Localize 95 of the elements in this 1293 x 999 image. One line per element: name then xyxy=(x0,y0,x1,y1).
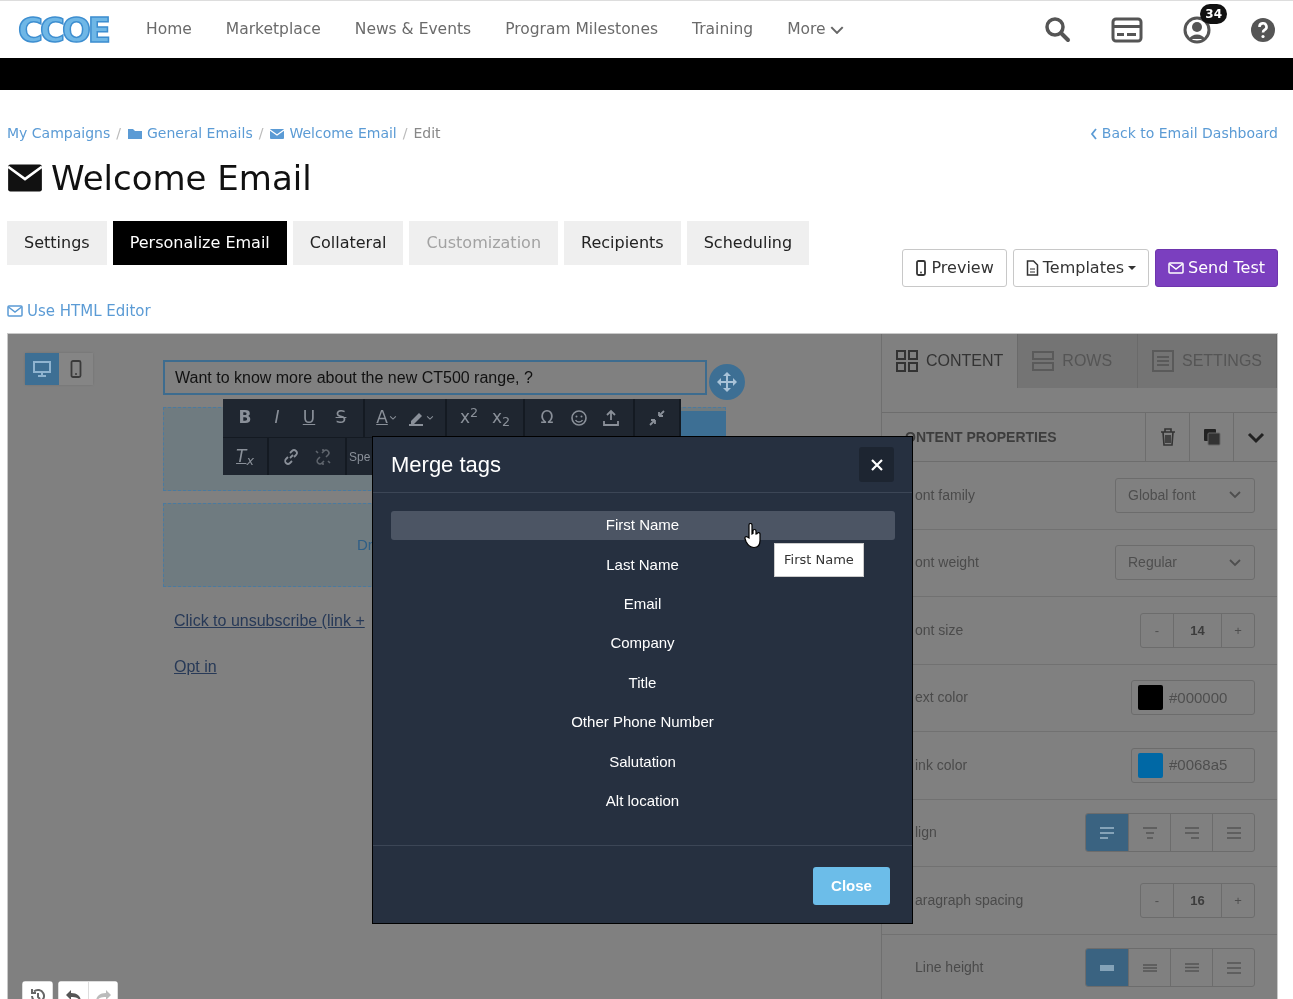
envelope-icon xyxy=(7,303,23,320)
nav-link[interactable]: Home xyxy=(146,17,192,42)
link-icon xyxy=(282,447,300,466)
breadcrumb-link[interactable]: Welcome Email xyxy=(269,123,397,144)
mobile-icon xyxy=(70,360,82,379)
email-link[interactable]: Click to unsubscribe (link + xyxy=(174,609,365,634)
text-block[interactable]: Want to know more about the new CT500 range, ? xyxy=(163,360,707,396)
folder-icon xyxy=(126,127,143,140)
chevron-left-icon xyxy=(1089,127,1098,140)
tooltip: First Name xyxy=(774,543,864,577)
tab[interactable]: Collateral xyxy=(292,220,404,265)
send-button[interactable]: Send Test xyxy=(1155,248,1278,287)
tab[interactable]: Personalize Email xyxy=(112,220,287,265)
line-height-icon xyxy=(1184,963,1199,973)
caret-icon xyxy=(1128,264,1137,271)
html-editor-link[interactable]: Use HTML Editor xyxy=(7,299,151,323)
history-icon xyxy=(28,987,47,999)
align-center-icon xyxy=(1142,826,1157,839)
desktop-view-button[interactable] xyxy=(25,353,59,386)
envelope-icon xyxy=(7,163,43,194)
nav-link[interactable]: Training xyxy=(692,17,754,42)
color-swatch[interactable] xyxy=(1138,685,1163,711)
italic-button[interactable]: I xyxy=(261,403,293,434)
breadcrumb-link[interactable]: General Emails xyxy=(126,123,253,144)
smiley-icon xyxy=(570,409,588,428)
align-right-icon xyxy=(1184,826,1199,839)
rows-icon xyxy=(1032,350,1055,373)
notification-badge: 34 xyxy=(1200,3,1227,24)
document-icon xyxy=(1152,350,1174,373)
tab[interactable]: Recipients xyxy=(564,220,681,265)
breadcrumb-separator: / xyxy=(258,124,264,143)
nav-link[interactable]: Program Milestones xyxy=(505,17,659,42)
drop-hint: Dr xyxy=(357,534,373,555)
templates-button[interactable]: Templates xyxy=(1012,248,1150,287)
merge-tag-item[interactable]: Company xyxy=(390,629,895,659)
email-link[interactable]: Opt in xyxy=(174,655,217,680)
merge-tag-item[interactable]: Salutation xyxy=(390,747,895,777)
breadcrumb-separator: / xyxy=(116,124,121,143)
align-left-icon xyxy=(1100,826,1114,839)
strike-button[interactable]: S xyxy=(325,403,357,434)
bold-button[interactable]: B xyxy=(229,403,261,434)
tab[interactable]: Scheduling xyxy=(686,220,810,265)
back-link[interactable]: Back to Email Dashboard xyxy=(1089,123,1278,144)
mobile-icon xyxy=(915,259,928,276)
breadcrumb-separator: / xyxy=(402,124,408,143)
breadcrumb-link[interactable]: My Campaigns xyxy=(7,123,111,144)
copy-handle[interactable] xyxy=(680,411,726,438)
mobile-view-button[interactable] xyxy=(59,353,93,386)
line-height-button[interactable] xyxy=(1086,949,1128,987)
grid-icon xyxy=(896,350,918,373)
page-title: Welcome Email xyxy=(51,158,312,199)
close-icon xyxy=(868,456,885,473)
merge-tag-item[interactable]: Other Phone Number xyxy=(390,708,895,737)
desktop-icon xyxy=(33,361,51,378)
merge-tag-item[interactable]: Email xyxy=(390,589,895,619)
sub-button[interactable]: x$_{2}$ xyxy=(485,403,517,434)
search-icon[interactable] xyxy=(1044,16,1071,43)
collapse-icon xyxy=(648,409,666,428)
line-height-icon xyxy=(1100,964,1114,971)
envelope-icon xyxy=(269,127,286,140)
preview-button[interactable]: Preview xyxy=(902,248,1007,287)
number-field[interactable]: 16 xyxy=(1173,883,1222,917)
textcolor-button[interactable]: A xyxy=(371,403,403,434)
line-height-icon xyxy=(1142,963,1157,972)
color-swatch[interactable] xyxy=(1138,752,1163,778)
document-icon xyxy=(1025,259,1039,276)
align-button[interactable] xyxy=(1086,814,1128,852)
merge-tag-item[interactable]: Alt location xyxy=(390,786,895,816)
nav-link[interactable]: News & Events xyxy=(354,17,472,42)
merge-tag-item[interactable]: First Name xyxy=(390,511,895,541)
clear-button[interactable]: T$_{x}$ xyxy=(229,441,261,472)
line-height-icon xyxy=(1226,961,1241,974)
number-field[interactable]: 14 xyxy=(1173,613,1222,647)
nav-link[interactable]: Marketplace xyxy=(225,17,321,42)
hand-cursor-icon xyxy=(744,523,762,550)
breadcrumb-link[interactable]: Edit xyxy=(413,123,441,144)
help-icon[interactable] xyxy=(1251,17,1275,42)
char-button[interactable]: Ω xyxy=(531,403,563,434)
tab: Customization xyxy=(409,220,558,265)
merge-tag-item[interactable]: Title xyxy=(390,668,895,698)
dialog-title: Merge tags xyxy=(391,451,502,480)
envelope-icon xyxy=(1168,259,1185,276)
caret-icon xyxy=(425,414,435,423)
move-icon xyxy=(715,370,739,395)
close-button[interactable] xyxy=(859,447,894,483)
caret-icon xyxy=(387,414,398,423)
tab[interactable]: Settings xyxy=(7,220,107,265)
underline-button[interactable]: U xyxy=(293,403,325,434)
copy-icon xyxy=(1201,427,1222,448)
unlink-icon xyxy=(314,447,332,466)
nav-link[interactable]: More xyxy=(787,17,844,42)
sup-button[interactable]: x$^{2}$ xyxy=(453,403,485,434)
upload-icon xyxy=(602,409,620,428)
align-justify-icon xyxy=(1226,826,1241,839)
special-button[interactable]: Spe xyxy=(349,441,371,472)
